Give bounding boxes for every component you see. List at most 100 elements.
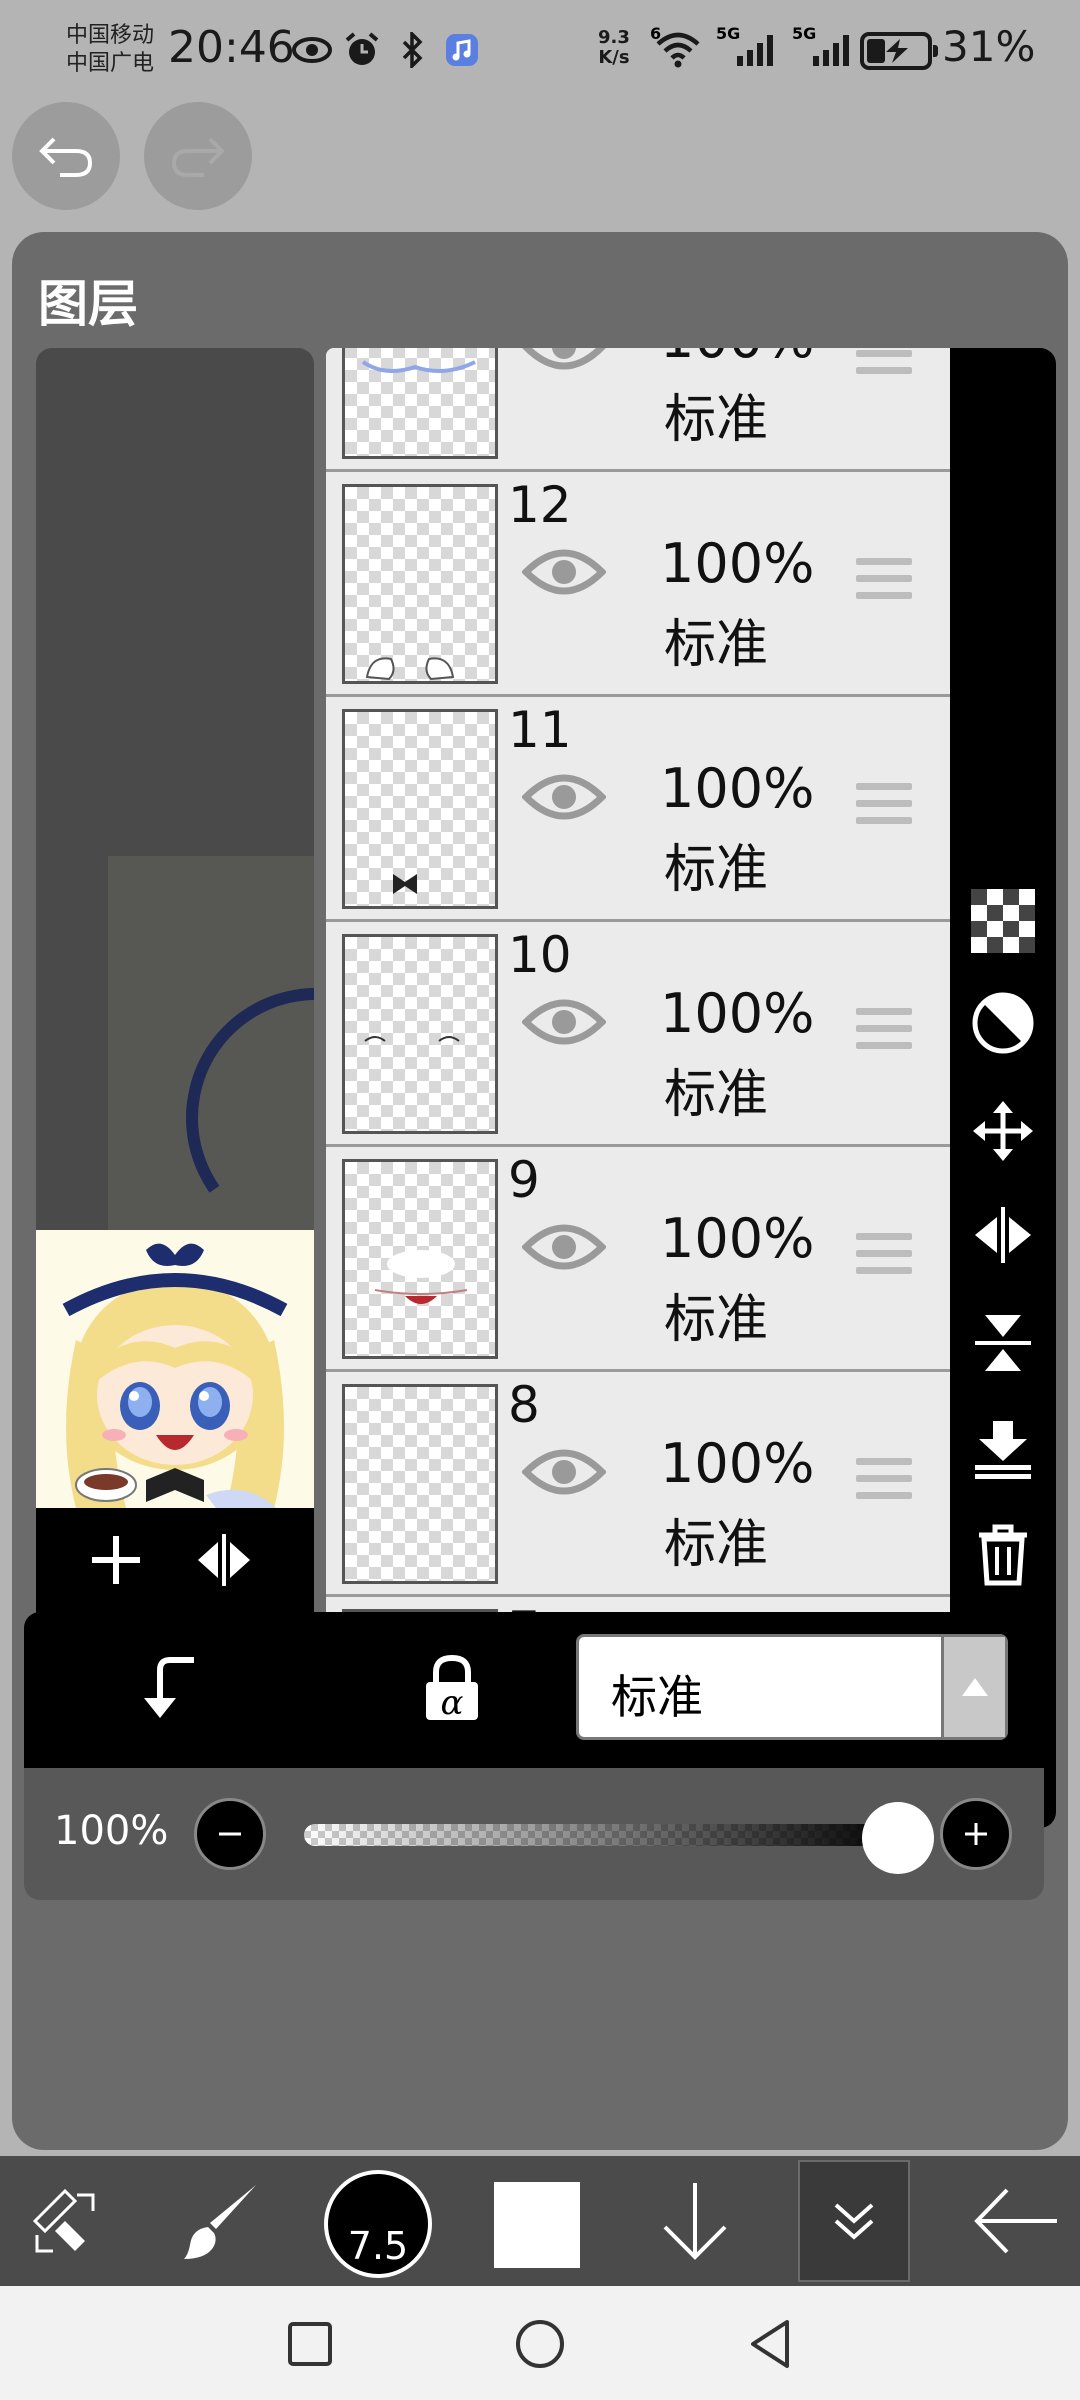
layer-thumbnail	[342, 934, 498, 1134]
back-arrow-button[interactable]	[966, 2156, 1066, 2286]
drag-handle-icon[interactable]	[856, 783, 912, 834]
visibility-eye-icon[interactable]	[521, 544, 607, 604]
network-speed-value: 9.3	[598, 27, 630, 48]
brush-size-button[interactable]: 7.5	[324, 2170, 432, 2278]
layer-number: 9	[508, 1151, 540, 1209]
drag-handle-icon[interactable]	[856, 1458, 912, 1509]
drag-handle-icon[interactable]	[856, 1233, 912, 1284]
layer-row[interactable]: 12 100% 标准	[326, 472, 950, 697]
layer-thumbnail	[342, 484, 498, 684]
bluetooth-icon	[392, 30, 432, 70]
layer-thumbnail	[342, 1384, 498, 1584]
drag-handle-icon[interactable]	[856, 1008, 912, 1059]
alarm-icon	[342, 30, 382, 70]
layer-number: 12	[508, 476, 572, 534]
layer-row[interactable]: 10 100% 标准	[326, 922, 950, 1147]
signal-5g-1-label: 5G	[716, 24, 741, 43]
signal-5g-1-icon: 5G	[716, 24, 782, 70]
canvas-preview-panel	[36, 348, 314, 1828]
flip-horizontal-button[interactable]	[184, 1520, 264, 1600]
transparency-button[interactable]	[968, 886, 1038, 956]
merge-down-button[interactable]	[968, 1414, 1038, 1484]
opacity-slider[interactable]	[304, 1824, 904, 1846]
signal-icons: 6 5G 5G	[650, 24, 858, 70]
flip-vertical-icon	[975, 1315, 1031, 1371]
undo-icon	[39, 137, 93, 177]
clip-button[interactable]	[140, 1652, 204, 1728]
layer-opacity: 100%	[660, 1432, 815, 1495]
opacity-decrease-button[interactable]	[194, 1798, 266, 1870]
status-bar: 中国移动 中国广电 20:46 9.3 K/s 6 5G 5G 31%	[0, 0, 1080, 100]
brush-tool-button[interactable]	[172, 2156, 272, 2286]
layer-blend-mode: 标准	[664, 1515, 769, 1575]
undo-button[interactable]	[12, 102, 120, 210]
move-icon	[973, 1101, 1033, 1161]
layer-right-toolbar: FX	[950, 348, 1056, 1828]
drag-handle-icon[interactable]	[856, 558, 912, 609]
layer-list[interactable]: 100% 标准 12 100% 标准 11 100% 标准 10 100% 标准 9 100% 标准 8 10…	[326, 348, 950, 1828]
alpha-lock-button[interactable]: α	[420, 1652, 484, 1728]
visibility-eye-icon[interactable]	[521, 1444, 607, 1504]
layer-menu-button[interactable]	[798, 2160, 910, 2282]
checkerboard-icon	[971, 889, 1035, 953]
flip-horizontal-icon	[198, 1534, 250, 1586]
status-icons	[292, 30, 482, 70]
move-button[interactable]	[968, 1096, 1038, 1166]
redo-button[interactable]	[144, 102, 252, 210]
layer-blend-mode: 标准	[664, 1290, 769, 1350]
clipping-button[interactable]	[968, 988, 1038, 1058]
layer-thumbnail	[342, 709, 498, 909]
layer-blend-mode: 标准	[664, 840, 769, 900]
music-app-icon	[442, 30, 482, 70]
flip-layer-vertical-button[interactable]	[968, 1308, 1038, 1378]
visibility-eye-icon[interactable]	[522, 348, 606, 379]
dropdown-arrow-icon	[941, 1637, 1005, 1737]
double-chevron-down-icon	[834, 2203, 874, 2240]
flip-horizontal-icon	[975, 1207, 1031, 1263]
visibility-eye-icon[interactable]	[521, 994, 607, 1054]
wifi-icon: 6	[650, 24, 706, 70]
layer-row[interactable]: 9 100% 标准	[326, 1147, 950, 1372]
transform-tool-button[interactable]	[20, 2156, 110, 2286]
layer-blend-mode: 标准	[664, 615, 769, 675]
layer-opacity: 100%	[660, 532, 815, 595]
layer-number: 8	[508, 1376, 540, 1434]
minus-icon	[219, 1832, 241, 1836]
plus-icon	[965, 1823, 987, 1845]
layer-down-button[interactable]	[650, 2156, 740, 2286]
trash-icon	[979, 1524, 1027, 1586]
blend-mode-select[interactable]: 标准	[576, 1634, 1008, 1740]
opacity-increase-button[interactable]	[940, 1798, 1012, 1870]
layer-row[interactable]: 8 100% 标准	[326, 1372, 950, 1597]
carrier-2: 中国广电	[66, 51, 155, 76]
opacity-label: 100%	[54, 1808, 169, 1854]
carrier-names: 中国移动 中国广电	[66, 22, 154, 78]
battery-icon	[860, 32, 938, 70]
eye-icon	[292, 30, 332, 70]
network-speed-unit: K/s	[598, 47, 630, 68]
layer-number: 10	[508, 926, 572, 984]
drag-handle-icon[interactable]	[856, 348, 912, 384]
clock: 20:46	[168, 22, 295, 73]
layer-row[interactable]: 100% 标准	[326, 348, 950, 472]
half-circle-icon	[972, 992, 1034, 1054]
flip-layer-horizontal-button[interactable]	[968, 1200, 1038, 1270]
transform-icon	[32, 2188, 95, 2253]
svg-text:α: α	[441, 1683, 464, 1723]
delete-layer-button[interactable]	[968, 1520, 1038, 1590]
opacity-slider-handle[interactable]	[862, 1802, 934, 1874]
add-layer-button[interactable]	[76, 1520, 156, 1600]
merge-down-icon	[975, 1421, 1031, 1479]
color-swatch-button[interactable]	[494, 2182, 580, 2268]
visibility-eye-icon[interactable]	[521, 769, 607, 829]
network-speed: 9.3 K/s	[598, 28, 630, 68]
canvas-thumbnail[interactable]	[36, 1230, 314, 1508]
clip-arrow-icon	[144, 1657, 194, 1718]
home-button[interactable]	[510, 2314, 570, 2374]
recent-apps-button[interactable]	[280, 2314, 340, 2374]
back-button[interactable]	[740, 2314, 800, 2374]
signal-5g-2-label: 5G	[792, 24, 817, 43]
layer-row[interactable]: 11 100% 标准	[326, 697, 950, 922]
blend-mode-value: 标准	[611, 1670, 703, 1724]
visibility-eye-icon[interactable]	[521, 1219, 607, 1279]
